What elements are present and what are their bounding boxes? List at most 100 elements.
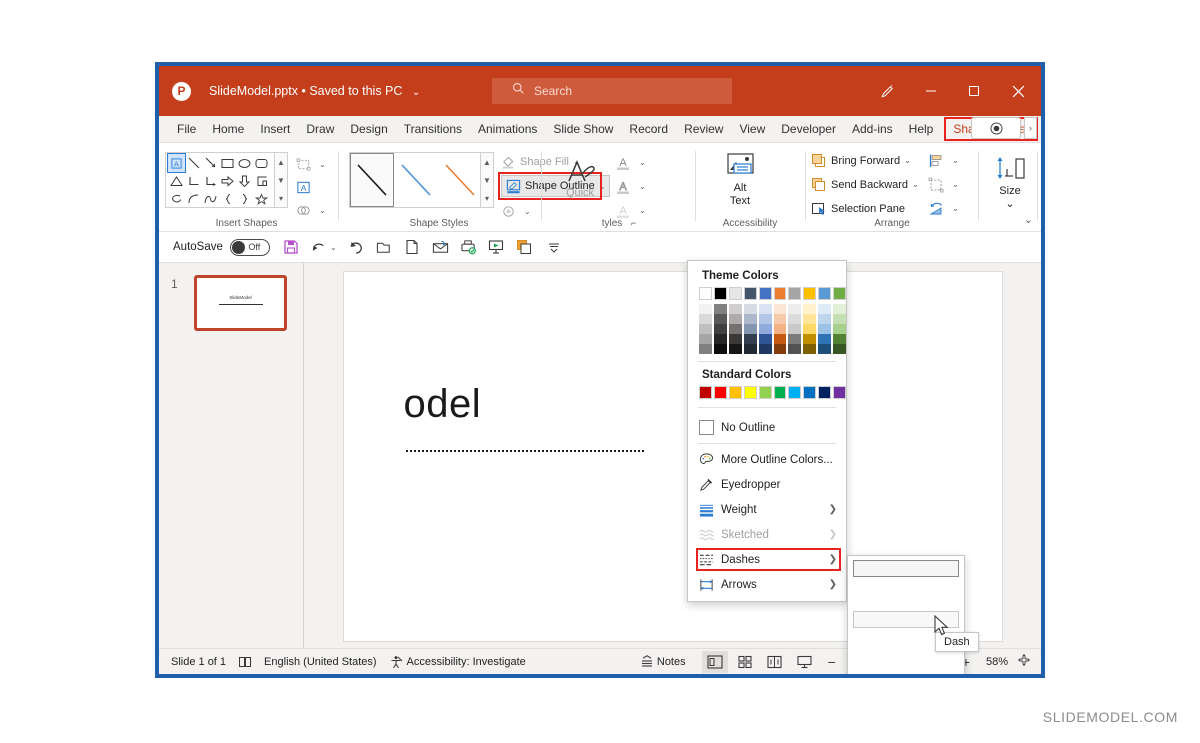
menu-item-no-outline[interactable]: No Outline (688, 415, 846, 440)
standard-color-8[interactable] (818, 386, 832, 399)
alt-text-button[interactable]: Alt Text (722, 152, 758, 208)
shape-line[interactable] (185, 154, 202, 172)
dash-option-solid[interactable] (853, 560, 959, 577)
rotate-objects-button[interactable]: ⌄ (928, 198, 959, 219)
size-button[interactable]: Size ⌄ (993, 155, 1027, 211)
menu-item-arrows[interactable]: Arrows ❯ (688, 572, 846, 597)
duplicate-icon[interactable] (512, 234, 537, 260)
shapes-gallery-scroll[interactable]: ▲ ▼ ▾ (274, 153, 287, 207)
shape-right-brace[interactable] (236, 190, 253, 208)
overflow-chevron-icon[interactable]: › (1024, 117, 1037, 139)
menu-item-dashes[interactable]: Dashes ❯ (688, 547, 846, 572)
shape-right-arrow[interactable] (219, 172, 236, 190)
open-icon[interactable] (372, 234, 397, 260)
group-objects-button[interactable]: ⌄ (928, 174, 959, 195)
text-outline-button[interactable]: A ⌄ (615, 176, 646, 197)
tab-add-ins[interactable]: Add-ins (844, 116, 901, 143)
theme-color-3[interactable] (743, 287, 757, 300)
autosave-toggle[interactable]: Off (229, 238, 270, 256)
thumbnail-slide-1[interactable]: SlideModel (194, 275, 287, 331)
standard-color-5[interactable] (773, 386, 787, 399)
notes-page-icon[interactable] (238, 655, 252, 669)
shape-rectangle[interactable] (219, 154, 236, 172)
menu-item-more-outline-colors[interactable]: More Outline Colors... (688, 447, 846, 472)
zoom-out-button[interactable]: − (828, 654, 836, 670)
theme-shade-col-6[interactable] (788, 304, 802, 354)
align-objects-button[interactable]: ⌄ (928, 150, 959, 171)
styles-gallery-scroll[interactable]: ▲ ▼ ▾ (480, 153, 493, 207)
save-icon[interactable] (279, 234, 304, 260)
minimize-button[interactable] (909, 66, 952, 116)
theme-shade-col-1[interactable] (713, 304, 727, 354)
standard-color-6[interactable] (788, 386, 802, 399)
theme-color-7[interactable] (803, 287, 817, 300)
menu-item-eyedropper[interactable]: Eyedropper (688, 472, 846, 497)
gallery-scroll-up-icon[interactable]: ▲ (275, 153, 287, 171)
styles-expand-icon[interactable]: ▾ (481, 189, 493, 207)
shape-arrow[interactable] (202, 154, 219, 172)
tab-insert[interactable]: Insert (252, 116, 298, 143)
standard-color-9[interactable] (833, 386, 847, 399)
accessibility-status[interactable]: Accessibility: Investigate (389, 655, 526, 669)
ribbon-collapse-button[interactable]: ⌄ (1024, 213, 1033, 226)
theme-shade-col-9[interactable] (833, 304, 847, 354)
dash-option-square-dot[interactable] (853, 594, 959, 611)
tab-design[interactable]: Design (342, 116, 395, 143)
standard-color-1[interactable] (713, 386, 727, 399)
menu-item-weight[interactable]: Weight ❯ (688, 497, 846, 522)
search-box[interactable]: Search (492, 78, 732, 104)
gallery-expand-icon[interactable]: ▾ (275, 189, 287, 207)
styles-scroll-up-icon[interactable]: ▲ (481, 153, 493, 171)
start-presentation-icon[interactable] (484, 234, 509, 260)
theme-color-8[interactable] (818, 287, 832, 300)
redo-icon[interactable] (344, 234, 369, 260)
tab-developer[interactable]: Developer (773, 116, 844, 143)
tab-record[interactable]: Record (621, 116, 676, 143)
tab-transitions[interactable]: Transitions (396, 116, 470, 143)
theme-color-6[interactable] (788, 287, 802, 300)
standard-color-0[interactable] (699, 386, 712, 399)
slide-title-text[interactable]: odel (404, 382, 482, 427)
dash-option-long-dash-dot[interactable] (853, 662, 959, 674)
draw-textbox-button[interactable]: A (296, 177, 315, 198)
view-reading-button[interactable] (762, 651, 788, 673)
view-normal-button[interactable] (701, 650, 728, 673)
shape-oval[interactable] (236, 154, 253, 172)
shape-left-brace[interactable] (219, 190, 236, 208)
pen-icon[interactable] (866, 66, 909, 116)
tab-view[interactable]: View (731, 116, 773, 143)
tab-draw[interactable]: Draw (298, 116, 342, 143)
customize-quick-access-icon[interactable] (542, 234, 567, 260)
shape-rounded-rectangle[interactable] (253, 154, 270, 172)
tab-slide-show[interactable]: Slide Show (545, 116, 621, 143)
theme-color-9[interactable] (833, 287, 847, 300)
selection-pane-button[interactable]: Selection Pane (811, 198, 905, 219)
tab-file[interactable]: File (169, 116, 204, 143)
tab-review[interactable]: Review (676, 116, 731, 143)
shape-scribble[interactable] (168, 190, 185, 208)
theme-color-0[interactable] (699, 287, 712, 300)
theme-color-2[interactable] (728, 287, 742, 300)
view-slide-sorter-button[interactable] (732, 651, 758, 673)
shapes-gallery[interactable]: A ▲ ▼ ▾ (165, 152, 288, 208)
standard-color-7[interactable] (803, 386, 817, 399)
wordart-dialog-launcher-icon[interactable]: ⌐ (631, 218, 636, 228)
theme-shade-col-5[interactable] (773, 304, 787, 354)
shape-triangle[interactable] (168, 172, 185, 190)
standard-color-2[interactable] (728, 386, 742, 399)
standard-color-4[interactable] (758, 386, 772, 399)
shape-star[interactable] (253, 190, 270, 208)
standard-color-3[interactable] (743, 386, 757, 399)
theme-shade-col-7[interactable] (803, 304, 817, 354)
theme-shade-col-3[interactable] (743, 304, 757, 354)
shape-curve[interactable] (202, 190, 219, 208)
tab-animations[interactable]: Animations (470, 116, 545, 143)
record-button[interactable] (971, 117, 1021, 139)
maximize-button[interactable] (952, 66, 995, 116)
shape-textbox[interactable]: A (167, 153, 186, 173)
theme-shade-col-4[interactable] (758, 304, 772, 354)
theme-shade-col-0[interactable] (699, 304, 712, 354)
styles-scroll-down-icon[interactable]: ▼ (481, 171, 493, 189)
zoom-level[interactable]: 58% (978, 656, 1008, 668)
language-indicator[interactable]: English (United States) (264, 656, 377, 668)
